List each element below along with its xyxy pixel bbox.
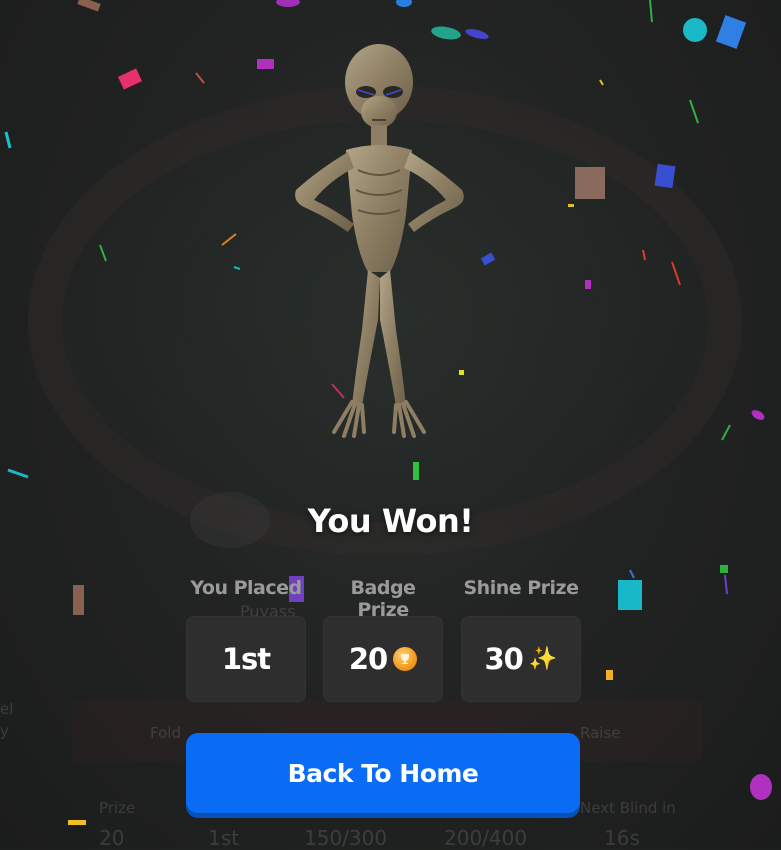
shine-prize-value: 30 bbox=[484, 642, 524, 676]
badge-prize-card: 20 bbox=[323, 616, 443, 702]
badge-prize-value: 20 bbox=[348, 642, 388, 676]
win-title: You Won! bbox=[307, 502, 474, 540]
shine-prize-label: Shine Prize bbox=[463, 577, 579, 599]
placed-card: 1st bbox=[186, 616, 306, 702]
placed-value: 1st bbox=[221, 642, 271, 676]
alien-character bbox=[282, 40, 482, 442]
placed-label: You Placed bbox=[190, 577, 302, 599]
trophy-coin-icon bbox=[393, 647, 418, 671]
badge-prize-label: Badge Prize bbox=[350, 577, 416, 621]
sparkle-icon: ✨ bbox=[528, 645, 558, 672]
back-to-home-button[interactable]: Back To Home bbox=[186, 733, 580, 813]
shine-prize-card: 30 ✨ bbox=[461, 616, 581, 702]
